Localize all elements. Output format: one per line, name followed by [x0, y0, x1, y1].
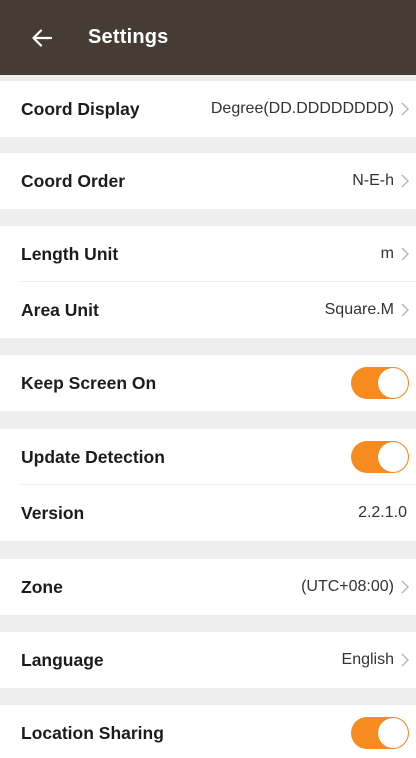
setting-coord-display[interactable]: Coord Display Degree(DD.DDDDDDDD) [0, 81, 416, 137]
setting-label: Zone [21, 576, 63, 597]
setting-language[interactable]: Language English [0, 632, 416, 688]
section-gap [0, 411, 416, 429]
section-gap [0, 615, 416, 632]
section-gap [0, 688, 416, 705]
chevron-right-icon [399, 579, 411, 595]
toggle-knob [378, 442, 408, 472]
toggle-knob [378, 718, 408, 748]
setting-label: Update Detection [21, 446, 165, 467]
app-header: Settings [0, 0, 416, 75]
setting-value: English [341, 651, 394, 668]
setting-update-detection: Update Detection [0, 429, 416, 485]
update-detection-toggle[interactable] [351, 441, 409, 473]
settings-screen: Settings Coord Display Degree(DD.DDDDDDD… [0, 0, 416, 758]
setting-label: Length Unit [21, 243, 119, 264]
setting-label: Location Sharing [21, 722, 164, 743]
section-gap [0, 209, 416, 226]
setting-value: Square.M [324, 301, 394, 318]
setting-keep-screen-on: Keep Screen On [0, 355, 416, 411]
setting-area-unit[interactable]: Area Unit Square.M [0, 282, 416, 338]
arrow-left-icon [32, 28, 52, 47]
keep-screen-on-toggle[interactable] [351, 367, 409, 399]
location-sharing-toggle[interactable] [351, 717, 409, 749]
chevron-right-icon [399, 101, 411, 117]
section-gap [0, 137, 416, 153]
chevron-right-icon [399, 302, 411, 318]
chevron-right-icon [399, 246, 411, 262]
setting-value: (UTC+08:00) [301, 578, 394, 595]
setting-label: Coord Display [21, 98, 140, 119]
section-gap [0, 338, 416, 355]
setting-coord-order[interactable]: Coord Order N-E-h [0, 153, 416, 209]
back-button[interactable] [30, 26, 54, 50]
setting-label: Coord Order [21, 170, 126, 191]
page-title: Settings [88, 26, 169, 48]
setting-zone[interactable]: Zone (UTC+08:00) [0, 559, 416, 615]
setting-location-sharing: Location Sharing [0, 705, 416, 758]
chevron-right-icon [399, 652, 411, 668]
version-value: 2.2.1.0 [358, 504, 407, 521]
setting-version: Version 2.2.1.0 [0, 485, 416, 541]
setting-label: Version [21, 502, 85, 523]
setting-value: m [380, 245, 394, 262]
section-gap [0, 541, 416, 559]
setting-label: Area Unit [21, 299, 99, 320]
setting-value: Degree(DD.DDDDDDDD) [210, 100, 394, 117]
setting-value: N-E-h [352, 172, 394, 189]
setting-length-unit[interactable]: Length Unit m [0, 226, 416, 282]
toggle-knob [378, 368, 408, 398]
chevron-right-icon [399, 173, 411, 189]
setting-label: Keep Screen On [21, 372, 157, 393]
setting-label: Language [21, 649, 104, 670]
